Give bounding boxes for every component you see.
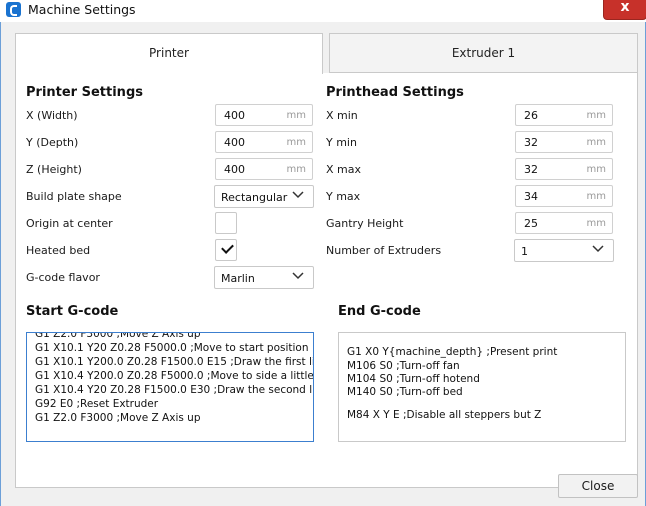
chevron-down-icon	[292, 272, 304, 280]
code-line: G1 X10.1 Y20 Z0.28 F5000.0 ;Move to star…	[35, 342, 309, 354]
gantry-height-label: Gantry Height	[326, 217, 404, 230]
num-extruders-label: Number of Extruders	[326, 244, 442, 257]
z-height-value: 400	[224, 163, 245, 176]
gcode-flavor-label: G-code flavor	[26, 271, 100, 284]
chevron-down-icon	[592, 245, 604, 253]
code-line: G1 Z2.0 F3000 ;Move Z Axis up	[35, 412, 201, 424]
z-height-label: Z (Height)	[26, 163, 82, 176]
printhead-settings-heading: Printhead Settings	[326, 85, 464, 100]
num-extruders-value: 1	[521, 245, 528, 258]
origin-center-checkbox[interactable]	[215, 212, 237, 234]
y-depth-label: Y (Depth)	[26, 136, 79, 149]
y-min-value: 32	[524, 136, 538, 149]
z-height-unit: mm	[286, 164, 306, 175]
printer-settings-heading: Printer Settings	[26, 85, 143, 100]
checkmark-icon	[221, 241, 234, 254]
x-max-label: X max	[326, 163, 361, 176]
start-gcode-heading: Start G-code	[26, 304, 119, 319]
code-line: M106 S0 ;Turn-off fan	[347, 360, 460, 372]
y-max-label: Y max	[326, 190, 361, 203]
y-depth-unit: mm	[286, 137, 306, 148]
y-min-label: Y min	[326, 136, 357, 149]
build-plate-dropdown[interactable]: Rectangular	[214, 185, 314, 208]
end-gcode-heading: End G-code	[338, 304, 421, 319]
x-min-value: 26	[524, 109, 538, 122]
close-button[interactable]: Close	[558, 474, 638, 498]
origin-center-label: Origin at center	[26, 217, 113, 230]
app-logo-icon	[6, 2, 21, 17]
gantry-height-field[interactable]: 25 mm	[515, 212, 613, 234]
gcode-flavor-dropdown[interactable]: Marlin	[214, 266, 314, 289]
x-width-unit: mm	[286, 110, 306, 121]
y-max-field[interactable]: 34 mm	[515, 185, 613, 207]
y-depth-value: 400	[224, 136, 245, 149]
code-line: M140 S0 ;Turn-off bed	[347, 386, 463, 398]
gantry-height-unit: mm	[586, 218, 606, 229]
x-max-unit: mm	[586, 164, 606, 175]
y-min-field[interactable]: 32 mm	[515, 131, 613, 153]
code-line: G92 E0 ;Reset Extruder	[35, 398, 159, 410]
x-min-label: X min	[326, 109, 358, 122]
tab-extruder-1[interactable]: Extruder 1	[329, 33, 638, 73]
code-line: G1 X10.4 Y20 Z0.28 F1500.0 E30 ;Draw the…	[35, 384, 314, 396]
x-max-value: 32	[524, 163, 538, 176]
code-line: G1 X10.1 Y200.0 Z0.28 F1500.0 E15 ;Draw …	[35, 356, 314, 368]
y-min-unit: mm	[586, 137, 606, 148]
gcode-flavor-value: Marlin	[221, 272, 255, 285]
gantry-height-value: 25	[524, 217, 538, 230]
window-close-button[interactable]: x	[603, 0, 646, 20]
y-max-value: 34	[524, 190, 538, 203]
end-gcode-textarea[interactable]: G1 X0 Y{machine_depth} ;Present print M1…	[338, 332, 626, 442]
heated-bed-label: Heated bed	[26, 244, 91, 257]
x-max-field[interactable]: 32 mm	[515, 158, 613, 180]
code-line: M84 X Y E ;Disable all steppers but Z	[347, 409, 542, 421]
chevron-down-icon	[292, 191, 304, 199]
num-extruders-dropdown[interactable]: 1	[514, 239, 614, 262]
y-max-unit: mm	[586, 191, 606, 202]
code-line: G1 Z2.0 F3000 ;Move Z Axis up	[35, 332, 201, 340]
x-min-field[interactable]: 26 mm	[515, 104, 613, 126]
heated-bed-checkbox[interactable]	[215, 239, 237, 261]
x-min-unit: mm	[586, 110, 606, 121]
start-gcode-textarea[interactable]: G1 Z2.0 F3000 ;Move Z Axis up G1 X10.1 Y…	[26, 332, 314, 442]
x-width-field[interactable]: 400 mm	[215, 104, 313, 126]
z-height-field[interactable]: 400 mm	[215, 158, 313, 180]
tab-printer[interactable]: Printer	[15, 33, 323, 74]
x-width-label: X (Width)	[26, 109, 78, 122]
code-line: M104 S0 ;Turn-off hotend	[347, 373, 480, 385]
build-plate-value: Rectangular	[221, 191, 288, 204]
build-plate-label: Build plate shape	[26, 190, 122, 203]
code-line: G1 X10.4 Y200.0 Z0.28 F5000.0 ;Move to s…	[35, 370, 314, 382]
code-line: G1 X0 Y{machine_depth} ;Present print	[347, 346, 558, 358]
window-title: Machine Settings	[28, 2, 136, 17]
y-depth-field[interactable]: 400 mm	[215, 131, 313, 153]
x-width-value: 400	[224, 109, 245, 122]
